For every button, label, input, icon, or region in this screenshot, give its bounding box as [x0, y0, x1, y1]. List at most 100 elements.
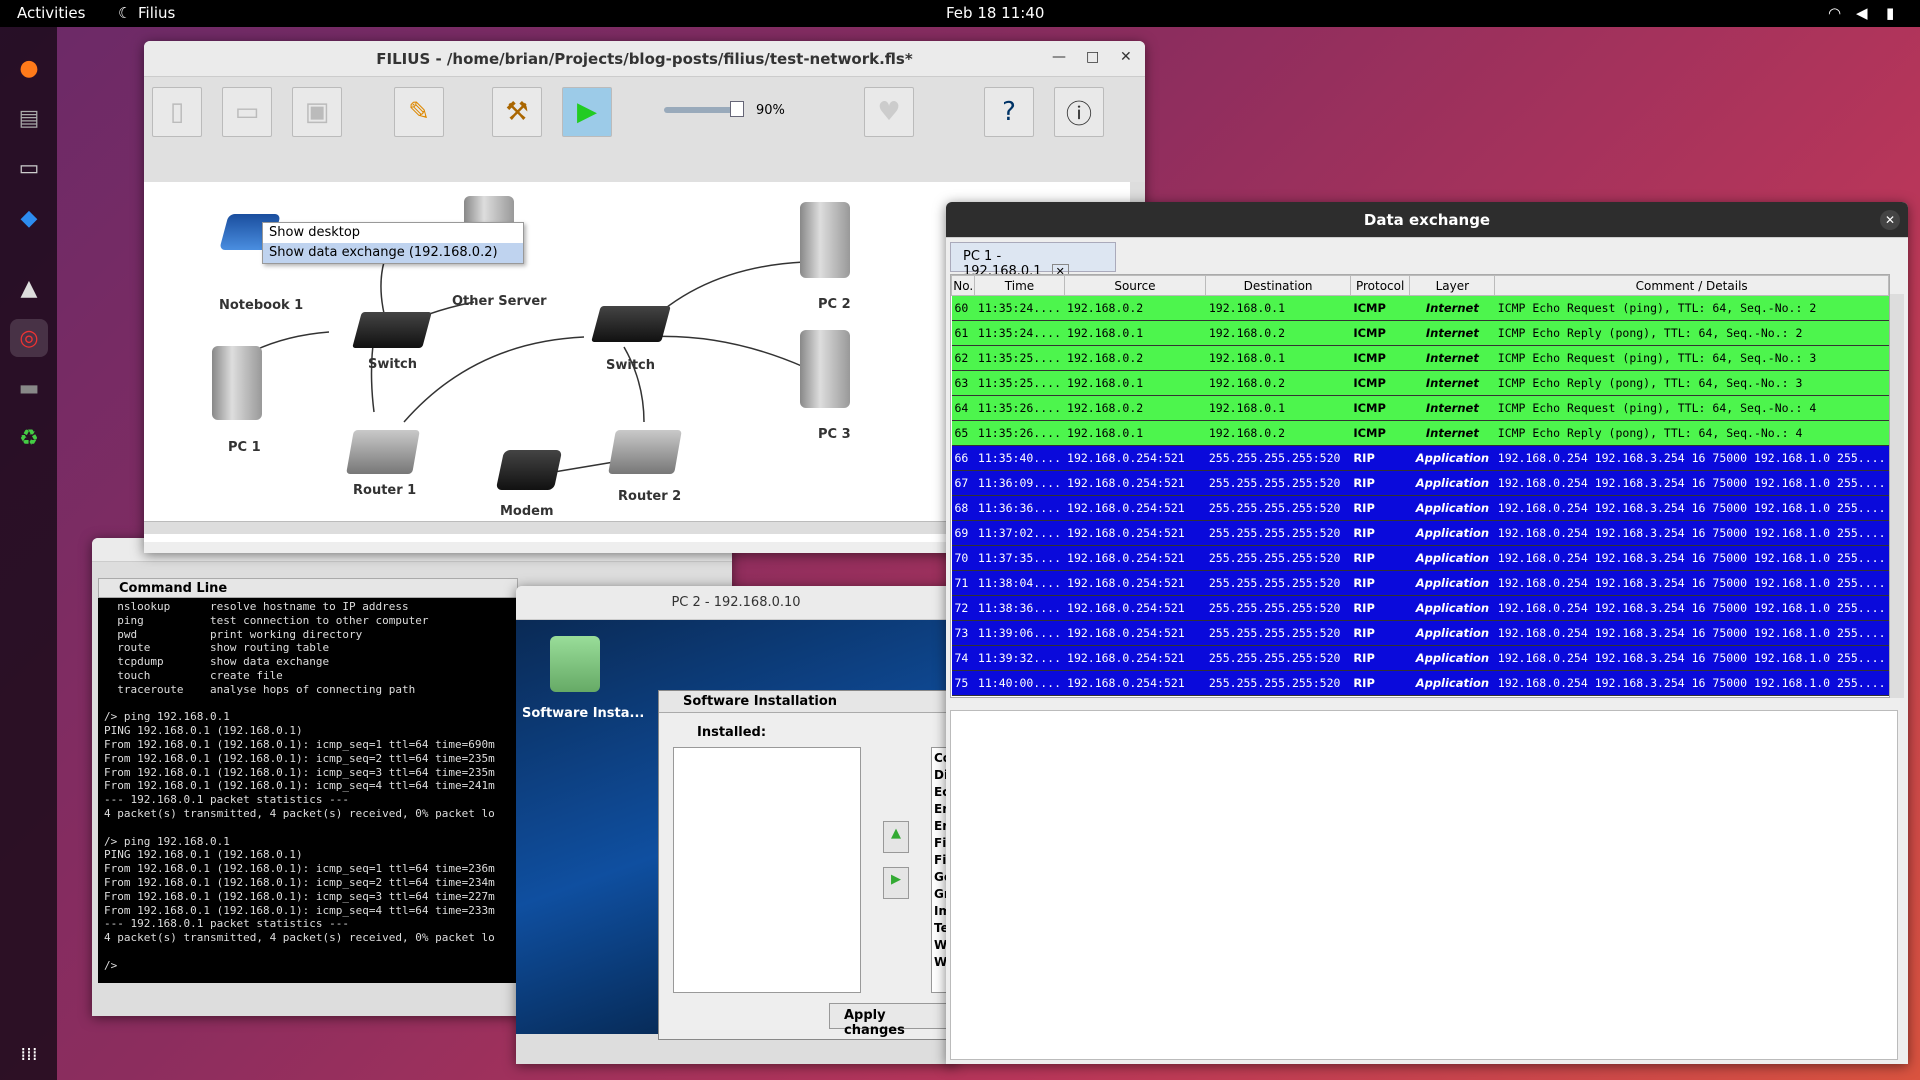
- table-row[interactable]: 63 11:35:25.... 192.168.0.1 192.168.0.2 ICMP…: [951, 370, 1889, 396]
- simulation-play-button[interactable]: ▶: [562, 87, 612, 137]
- activities-button[interactable]: Activities: [17, 4, 85, 22]
- battery-icon[interactable]: ▮: [1886, 4, 1894, 22]
- sw-dialog-title[interactable]: Software Installation: [659, 691, 955, 713]
- arrow-down-button[interactable]: ▶: [883, 867, 909, 899]
- table-cell: 192.168.0.254:521: [1064, 570, 1206, 596]
- command-line-text: From 192.168.0.1 (192.168.0.1): icmp_seq…: [104, 889, 495, 903]
- command-line-text: touch create file: [104, 668, 283, 682]
- table-row[interactable]: 64 11:35:26.... 192.168.0.2 192.168.0.1 ICMP…: [951, 395, 1889, 421]
- command-line-text: --- 192.168.0.1 packet statistics ---: [104, 793, 350, 807]
- table-cell: Internet: [1409, 395, 1495, 421]
- arrow-up-button[interactable]: ▲: [883, 821, 909, 853]
- table-cell: 11:35:24....: [974, 295, 1065, 321]
- pc1-icon[interactable]: [212, 346, 262, 420]
- show-desktop-item[interactable]: Show desktop: [263, 223, 523, 243]
- apply-changes-button[interactable]: Apply changes: [829, 1003, 956, 1038]
- table-row[interactable]: 71 11:38:04.... 192.168.0.254:521 255.255.2…: [951, 570, 1889, 596]
- command-line-text: traceroute analyse hops of connecting pa…: [104, 682, 416, 696]
- data-exchange-title[interactable]: Data exchange: [946, 202, 1908, 238]
- tab-pc1[interactable]: PC 1 - 192.168.0.1 ✕: [950, 242, 1116, 279]
- column-header[interactable]: Destination: [1205, 275, 1351, 296]
- table-cell: ICMP Echo Reply (pong), TTL: 64, Seq.-No…: [1494, 370, 1889, 396]
- inkscape-icon[interactable]: ▲: [10, 269, 48, 307]
- new-file-button[interactable]: ▯: [152, 87, 202, 137]
- table-row[interactable]: 65 11:35:26.... 192.168.0.1 192.168.0.2 ICMP…: [951, 420, 1889, 446]
- filius-title[interactable]: FILIUS - /home/brian/Projects/blog-posts…: [144, 41, 1145, 77]
- table-row[interactable]: 61 11:35:24.... 192.168.0.1 192.168.0.2 ICMP…: [951, 320, 1889, 346]
- maximize-icon[interactable]: □: [1086, 49, 1099, 65]
- command-line-title[interactable]: Command Line: [98, 578, 518, 598]
- filius-app-icon[interactable]: ☾: [118, 4, 131, 22]
- table-row[interactable]: 62 11:35:25.... 192.168.0.2 192.168.0.1 ICMP…: [951, 345, 1889, 371]
- table-cell: Application: [1409, 445, 1495, 471]
- column-header[interactable]: Comment / Details: [1494, 275, 1889, 296]
- top-bar: Activities ☾ Filius Feb 18 11:40 ◠ ◀ ▮: [0, 0, 1920, 27]
- switch2-icon[interactable]: [591, 306, 671, 342]
- show-data-exchange-item[interactable]: Show data exchange (192.168.0.2): [263, 243, 523, 263]
- save-button[interactable]: ▣: [292, 87, 342, 137]
- table-cell: ICMP: [1350, 370, 1410, 396]
- column-header[interactable]: Time: [974, 275, 1065, 296]
- firefox-icon[interactable]: ●: [10, 49, 48, 87]
- table-row[interactable]: 67 11:36:09.... 192.168.0.254:521 255.255.2…: [951, 470, 1889, 496]
- modem-label: Modem: [500, 504, 554, 519]
- close-icon[interactable]: ✕: [1120, 49, 1132, 65]
- table-cell: ICMP Echo Reply (pong), TTL: 64, Seq.-No…: [1494, 420, 1889, 446]
- table-cell: 192.168.0.1: [1064, 370, 1206, 396]
- column-header[interactable]: Source: [1063, 275, 1207, 296]
- table-row[interactable]: 75 11:40:00.... 192.168.0.254:521 255.255.2…: [951, 670, 1889, 696]
- table-row[interactable]: 73 11:39:06.... 192.168.0.254:521 255.255.2…: [951, 620, 1889, 646]
- info-button[interactable]: ⓘ: [1054, 87, 1104, 137]
- table-row[interactable]: 68 11:36:36.... 192.168.0.254:521 255.255.2…: [951, 495, 1889, 521]
- pc2-icon[interactable]: [800, 202, 850, 278]
- drive-icon[interactable]: ▬: [10, 369, 48, 407]
- packet-detail-pane[interactable]: [950, 710, 1898, 1060]
- clock[interactable]: Feb 18 11:40: [946, 4, 1044, 22]
- files-icon[interactable]: ▤: [10, 99, 48, 137]
- open-button[interactable]: ▭: [222, 87, 272, 137]
- column-header[interactable]: No.: [951, 275, 976, 296]
- table-scrollbar[interactable]: [1890, 294, 1904, 698]
- trash-icon[interactable]: ♻: [10, 419, 48, 457]
- column-header[interactable]: Layer: [1409, 275, 1496, 296]
- app-menu[interactable]: Filius: [138, 4, 175, 22]
- filius-dock-icon[interactable]: ◎: [10, 319, 48, 357]
- volume-icon[interactable]: ◀: [1856, 4, 1868, 22]
- table-row[interactable]: 66 11:35:40.... 192.168.0.254:521 255.255.2…: [951, 445, 1889, 471]
- table-row[interactable]: 70 11:37:35.... 192.168.0.254:521 255.255.2…: [951, 545, 1889, 571]
- table-cell: 74: [951, 645, 975, 671]
- table-row[interactable]: 74 11:39:32.... 192.168.0.254:521 255.255.2…: [951, 645, 1889, 671]
- design-mode-button[interactable]: ✎: [394, 87, 444, 137]
- speed-slider-thumb[interactable]: [730, 101, 744, 117]
- command-line-output[interactable]: nslookup resolve hostname to IP address …: [98, 598, 528, 983]
- close-icon[interactable]: ✕: [1880, 210, 1900, 230]
- table-cell: Application: [1409, 645, 1495, 671]
- table-row[interactable]: 60 11:35:24.... 192.168.0.2 192.168.0.1 ICMP…: [951, 295, 1889, 321]
- command-line-text: 4 packet(s) transmitted, 4 packet(s) rec…: [104, 806, 495, 820]
- heart-button[interactable]: ♥: [864, 87, 914, 137]
- wifi-icon[interactable]: ◠: [1828, 4, 1841, 22]
- software-installer-icon[interactable]: [550, 636, 600, 692]
- hammer-button[interactable]: ⚒: [492, 87, 542, 137]
- table-cell: ICMP Echo Reply (pong), TTL: 64, Seq.-No…: [1494, 320, 1889, 346]
- table-cell: Application: [1409, 595, 1495, 621]
- vscode-icon[interactable]: ◆: [10, 199, 48, 237]
- modem-icon[interactable]: [495, 450, 563, 490]
- table-cell: 11:38:04....: [974, 570, 1065, 596]
- terminal-icon[interactable]: ▭: [10, 149, 48, 187]
- table-cell: 192.168.0.1: [1205, 395, 1351, 421]
- pc3-icon[interactable]: [800, 330, 850, 408]
- minimize-icon[interactable]: —: [1052, 49, 1066, 65]
- router2-icon[interactable]: [608, 430, 682, 474]
- pc2-title[interactable]: PC 2 - 192.168.0.10: [516, 586, 956, 620]
- router1-icon[interactable]: [346, 430, 420, 474]
- installed-list[interactable]: [673, 747, 861, 993]
- show-apps-icon[interactable]: ⁞⁞⁞: [10, 1035, 48, 1073]
- table-row[interactable]: 69 11:37:02.... 192.168.0.254:521 255.255.2…: [951, 520, 1889, 546]
- command-line-text: [104, 697, 522, 711]
- column-header[interactable]: Protocol: [1349, 275, 1411, 296]
- table-row[interactable]: 72 11:38:36.... 192.168.0.254:521 255.255.2…: [951, 595, 1889, 621]
- switch1-icon[interactable]: [352, 312, 432, 348]
- packet-table[interactable]: No. Time Source Destination Protocol Layer Com…: [950, 274, 1890, 698]
- help-button[interactable]: ?: [984, 87, 1034, 137]
